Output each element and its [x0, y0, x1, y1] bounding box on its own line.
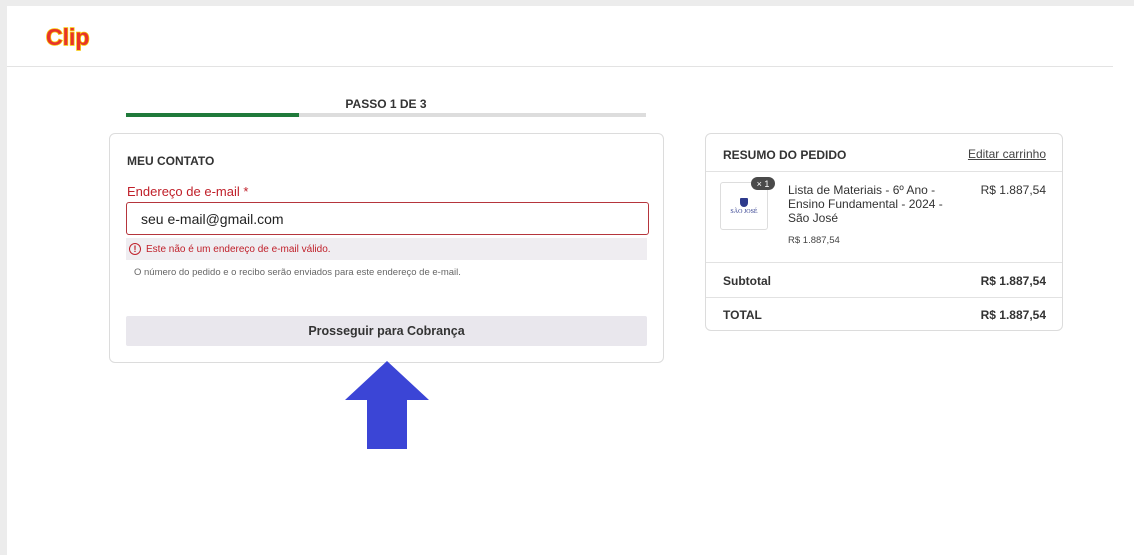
email-error: ! Este não é um endereço de e-mail válid…	[126, 238, 647, 260]
logo-wordmark: Clip	[46, 24, 89, 50]
subtotal-value: R$ 1.887,54	[980, 274, 1046, 288]
divider	[706, 171, 1062, 172]
contact-section-title: MEU CONTATO	[127, 154, 215, 168]
email-error-message: Este não é um endereço de e-mail válido.	[146, 243, 331, 255]
clip-logo[interactable]: Clip	[45, 23, 115, 58]
clip-logo-icon: Clip	[45, 23, 90, 51]
subtotal-label: Subtotal	[723, 274, 771, 288]
product-name: Lista de Materiais - 6º Ano - Ensino Fun…	[788, 183, 943, 225]
email-hint: O número do pedido e o recibo serão envi…	[134, 267, 461, 278]
step-indicator: PASSO 1 DE 3	[345, 97, 427, 111]
school-crest-icon	[740, 197, 748, 207]
divider	[706, 297, 1062, 298]
order-summary-title: RESUMO DO PEDIDO	[723, 148, 847, 162]
order-summary-card: RESUMO DO PEDIDO Editar carrinho SÃO JOS…	[705, 133, 1063, 331]
email-input[interactable]	[126, 202, 649, 235]
site-header: Clip	[7, 6, 1113, 67]
divider	[706, 262, 1062, 263]
total-label: TOTAL	[723, 308, 762, 322]
email-label: Endereço de e-mail *	[127, 184, 249, 199]
edit-cart-link[interactable]: Editar carrinho	[968, 147, 1046, 161]
window-left-border	[0, 0, 7, 555]
progress-bar-fill	[126, 113, 300, 117]
continue-to-billing-button[interactable]: Prosseguir para Cobrança	[126, 316, 647, 346]
product-unit-price: R$ 1.887,54	[788, 235, 840, 246]
product-thumbnail-text: SÃO JOSÉ	[730, 208, 758, 215]
alert-circle-icon: !	[129, 243, 141, 255]
progress-bar	[126, 113, 646, 117]
quantity-badge: × 1	[751, 177, 775, 190]
contact-card: MEU CONTATO Endereço de e-mail * ! Este …	[109, 133, 664, 363]
total-value: R$ 1.887,54	[980, 308, 1046, 322]
arrow-up-icon	[345, 361, 429, 449]
product-price: R$ 1.887,54	[980, 183, 1046, 197]
